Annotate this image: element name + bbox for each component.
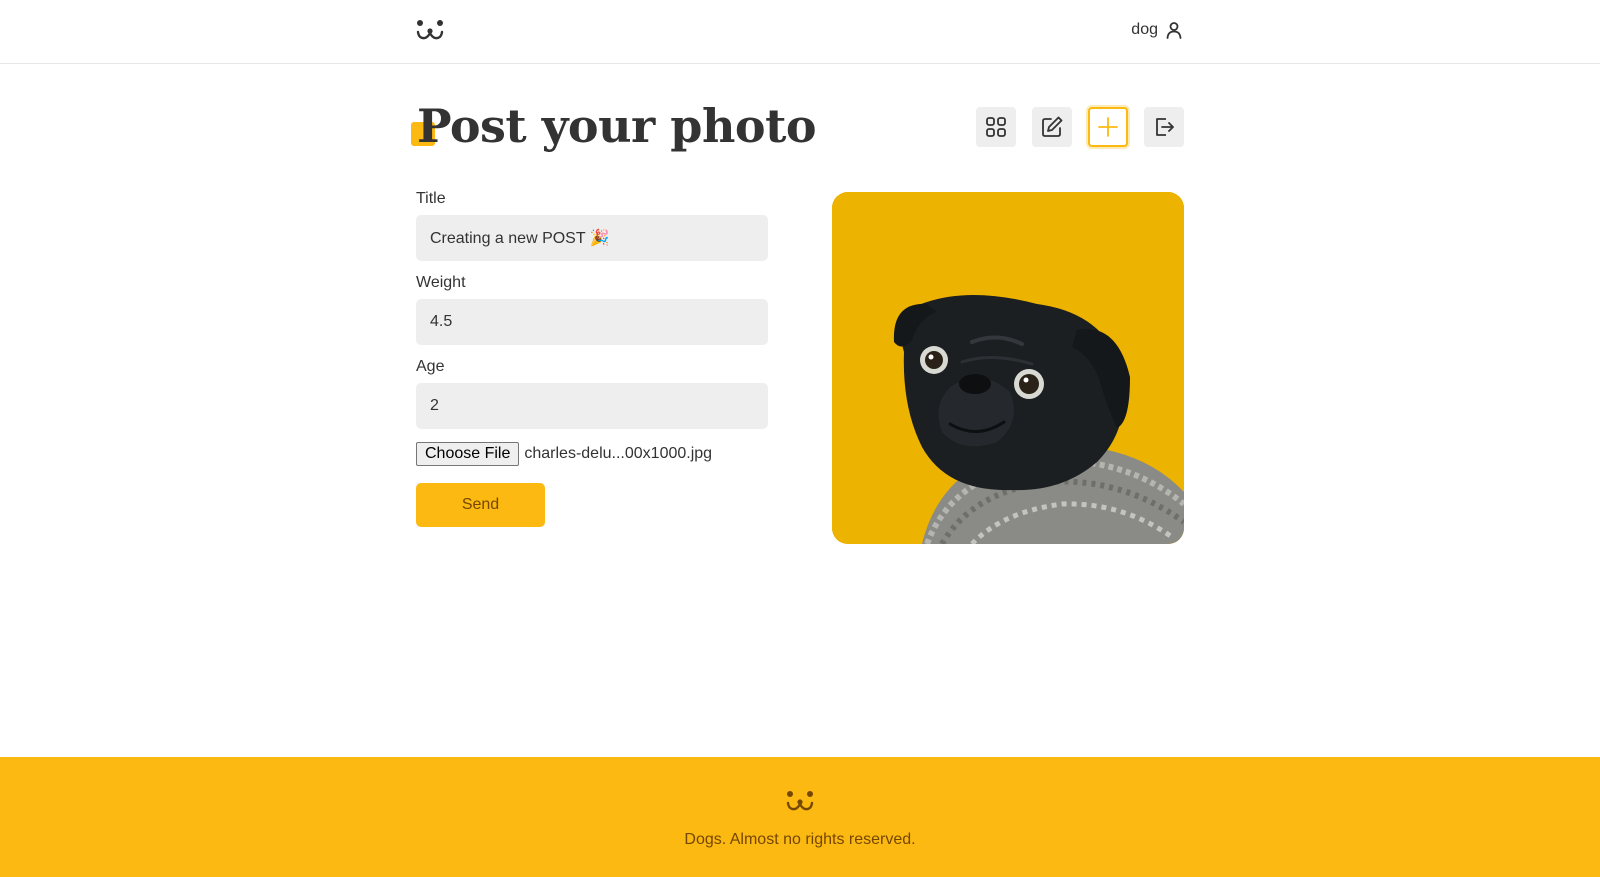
add-post-button[interactable]	[1088, 107, 1128, 147]
account-link[interactable]: dog	[1131, 20, 1184, 40]
send-button[interactable]: Send	[416, 483, 545, 527]
dog-face-icon	[786, 791, 814, 811]
dog-face-icon[interactable]	[416, 16, 444, 44]
page-title: Post your photo	[417, 99, 817, 153]
stats-button[interactable]	[1032, 107, 1072, 147]
pug-head	[900, 294, 1124, 491]
page-title-block: Post your photo	[411, 96, 817, 160]
footer-copyright: Dogs. Almost no rights reserved.	[684, 831, 916, 848]
plus-icon	[1098, 117, 1118, 137]
account-toolbar	[976, 107, 1184, 147]
age-input[interactable]	[416, 383, 768, 429]
weight-input[interactable]	[416, 299, 768, 345]
age-label: Age	[416, 358, 445, 375]
logout-button[interactable]	[1144, 107, 1184, 147]
logout-icon	[1156, 118, 1174, 136]
pug-nose	[959, 374, 991, 394]
file-name: charles-delu...00x1000.jpg	[524, 445, 713, 462]
pug-photo	[832, 192, 1184, 544]
image-preview	[832, 192, 1184, 544]
post-photo-form: Title Weight Age Choose File charles-del…	[416, 190, 768, 527]
site-header: dog	[0, 0, 1600, 64]
choose-file-button[interactable]: Choose File	[416, 442, 520, 466]
edit-icon	[1042, 116, 1063, 137]
title-label: Title	[416, 190, 446, 207]
user-icon	[1166, 22, 1182, 39]
username-label: dog	[1131, 21, 1158, 38]
file-picker: Choose File charles-delu...00x1000.jpg	[416, 442, 768, 466]
grid-icon	[986, 117, 1006, 137]
feed-button[interactable]	[976, 107, 1016, 147]
weight-label: Weight	[416, 274, 466, 291]
title-input[interactable]	[416, 215, 768, 261]
site-footer: Dogs. Almost no rights reserved.	[0, 757, 1600, 877]
